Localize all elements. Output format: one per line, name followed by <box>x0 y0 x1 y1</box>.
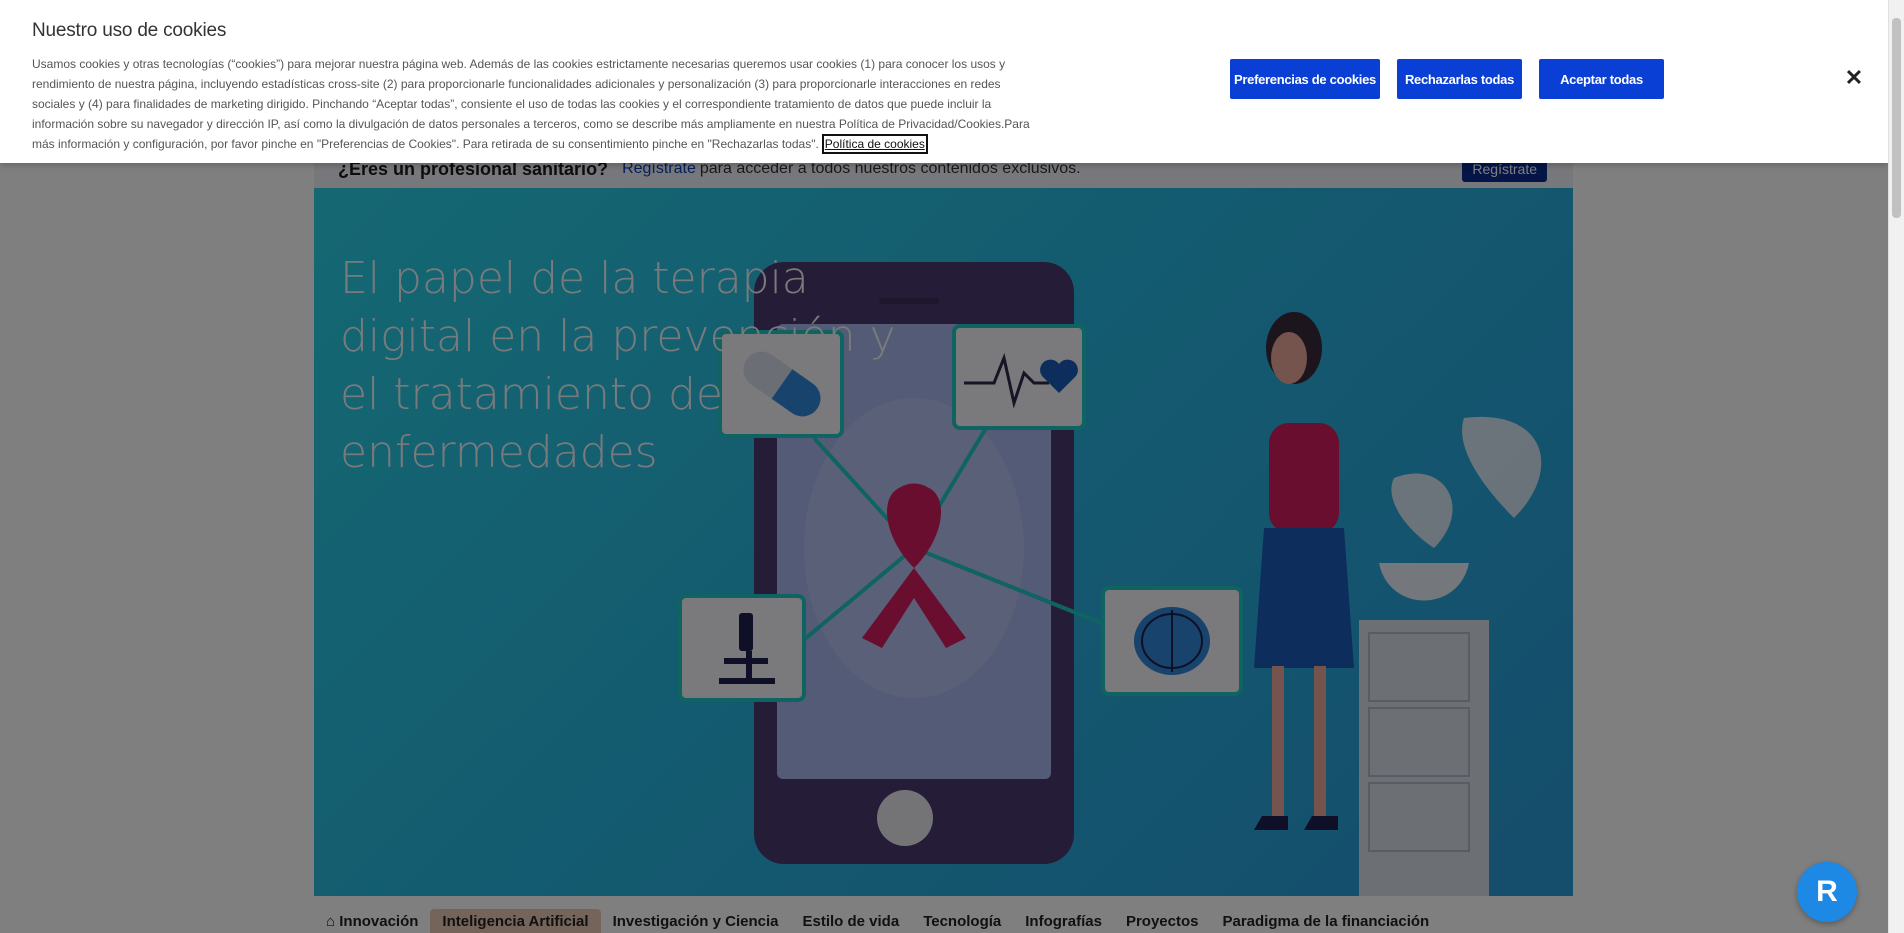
vertical-scrollbar[interactable] <box>1888 0 1904 933</box>
cookie-description: Usamos cookies y otras tecnologías (“coo… <box>32 57 1030 154</box>
accept-all-button[interactable]: Aceptar todas <box>1539 59 1664 99</box>
assistant-icon[interactable]: R <box>1797 862 1857 922</box>
close-icon[interactable]: ✕ <box>1842 65 1866 90</box>
scroll-thumb[interactable] <box>1892 18 1901 218</box>
reject-all-button[interactable]: Rechazarlas todas <box>1397 59 1522 99</box>
cookie-policy-link[interactable]: Política de cookies <box>821 134 928 154</box>
cookie-preferences-button[interactable]: Preferencias de cookies <box>1230 59 1380 99</box>
cookie-banner: Nuestro uso de cookies Usamos cookies y … <box>0 0 1888 163</box>
cookie-title: Nuestro uso de cookies <box>32 20 227 41</box>
